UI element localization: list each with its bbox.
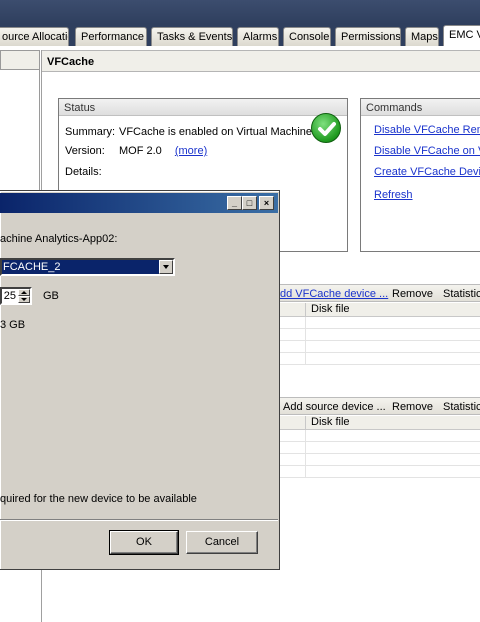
disable-vfcache-vm-link[interactable]: Disable VFCache on Vir (374, 145, 480, 157)
disable-vfcache-remote-link[interactable]: Disable VFCache Remot (374, 124, 480, 136)
create-vfcache-device-link[interactable]: Create VFCache Device (374, 166, 480, 178)
source-statistics-button[interactable]: Statistic (443, 401, 480, 413)
stepper-up-icon[interactable] (18, 289, 30, 296)
vfcache-header: VFCache (42, 50, 480, 72)
tab-resource-allocation[interactable]: ource Allocation (0, 27, 69, 46)
table-row[interactable] (280, 329, 480, 341)
table-row[interactable] (280, 353, 480, 365)
ok-button[interactable]: OK (109, 530, 179, 555)
cancel-button[interactable]: Cancel (186, 531, 258, 554)
summary-row: Summary: VFCache is enabled on Virtual Ma… (65, 126, 312, 138)
size-stepper[interactable]: 25 (0, 287, 32, 305)
app-header (0, 0, 480, 24)
source-device-toolbar: Add source device ... Remove Statistic (280, 397, 480, 415)
minimize-button[interactable]: _ (227, 196, 242, 210)
source-device-table: Disk file (280, 416, 480, 478)
stepper-down-icon[interactable] (18, 296, 30, 303)
table-row[interactable] (280, 442, 480, 454)
remove-cache-device-button[interactable]: Remove (392, 288, 433, 300)
maximize-button[interactable]: □ (242, 196, 257, 210)
summary-value: VFCache is enabled on Virtual Machine (119, 126, 313, 138)
tab-strip: ource Allocation Performance Tasks & Eve… (0, 24, 480, 46)
dialog-prompt: achine Analytics-App02: (0, 233, 118, 245)
cache-device-table: Disk file (280, 303, 480, 365)
table-row[interactable] (280, 317, 480, 329)
commands-title: Commands (361, 99, 480, 116)
cache-device-toolbar: dd VFCache device ... Remove Statistic (280, 284, 480, 302)
add-vfcache-device-link[interactable]: dd VFCache device ... (280, 288, 388, 300)
size-unit: GB (43, 290, 59, 302)
column-disk-file: Disk file (305, 416, 350, 430)
table-header: Disk file (280, 416, 480, 430)
version-label: Version: (65, 145, 105, 157)
dialog-separator (0, 519, 278, 521)
table-row[interactable] (280, 341, 480, 353)
version-row: Version: MOF 2.0 (more) (65, 145, 207, 157)
remove-source-device-button[interactable]: Remove (392, 401, 433, 413)
available-size: 3 GB (0, 319, 26, 331)
table-row[interactable] (280, 454, 480, 466)
table-row[interactable] (280, 430, 480, 442)
left-panel (0, 70, 40, 200)
cache-statistics-button[interactable]: Statistic (443, 288, 480, 300)
refresh-link[interactable]: Refresh (374, 189, 413, 201)
table-row[interactable] (280, 466, 480, 478)
close-button[interactable]: × (259, 196, 274, 210)
tab-maps[interactable]: Maps (405, 27, 439, 46)
device-select-value: FCACHE_2 (3, 261, 61, 273)
chevron-down-icon[interactable] (159, 260, 173, 274)
size-value: 25 (3, 290, 16, 302)
dialog-titlebar[interactable]: _ □ × (0, 193, 278, 213)
table-header: Disk file (280, 303, 480, 317)
details-label: Details: (65, 166, 102, 178)
summary-label: Summary: (65, 126, 116, 138)
device-select[interactable]: FCACHE_2 (0, 258, 175, 276)
tab-alarms[interactable]: Alarms (237, 27, 279, 46)
tab-console[interactable]: Console (283, 27, 331, 46)
details-row: Details: (65, 166, 119, 178)
tab-performance[interactable]: Performance (75, 27, 147, 46)
tab-tasks-events[interactable]: Tasks & Events (151, 27, 233, 46)
check-ok-icon (311, 113, 341, 143)
version-value: MOF 2.0 (119, 145, 162, 157)
column-disk-file: Disk file (305, 303, 350, 317)
tab-permissions[interactable]: Permissions (335, 27, 401, 46)
add-source-device-button[interactable]: Add source device ... (283, 401, 386, 413)
restart-note: quired for the new device to be availabl… (0, 493, 197, 505)
tab-emc-vfcache[interactable]: EMC V (443, 25, 480, 46)
add-vfcache-device-dialog: _ □ × achine Analytics-App02: FCACHE_2 2… (0, 190, 280, 570)
left-panel-header (0, 50, 40, 70)
commands-panel: Commands Disable VFCache Remot Disable V… (360, 98, 480, 252)
status-title: Status (59, 99, 347, 116)
more-link[interactable]: (more) (175, 145, 207, 157)
